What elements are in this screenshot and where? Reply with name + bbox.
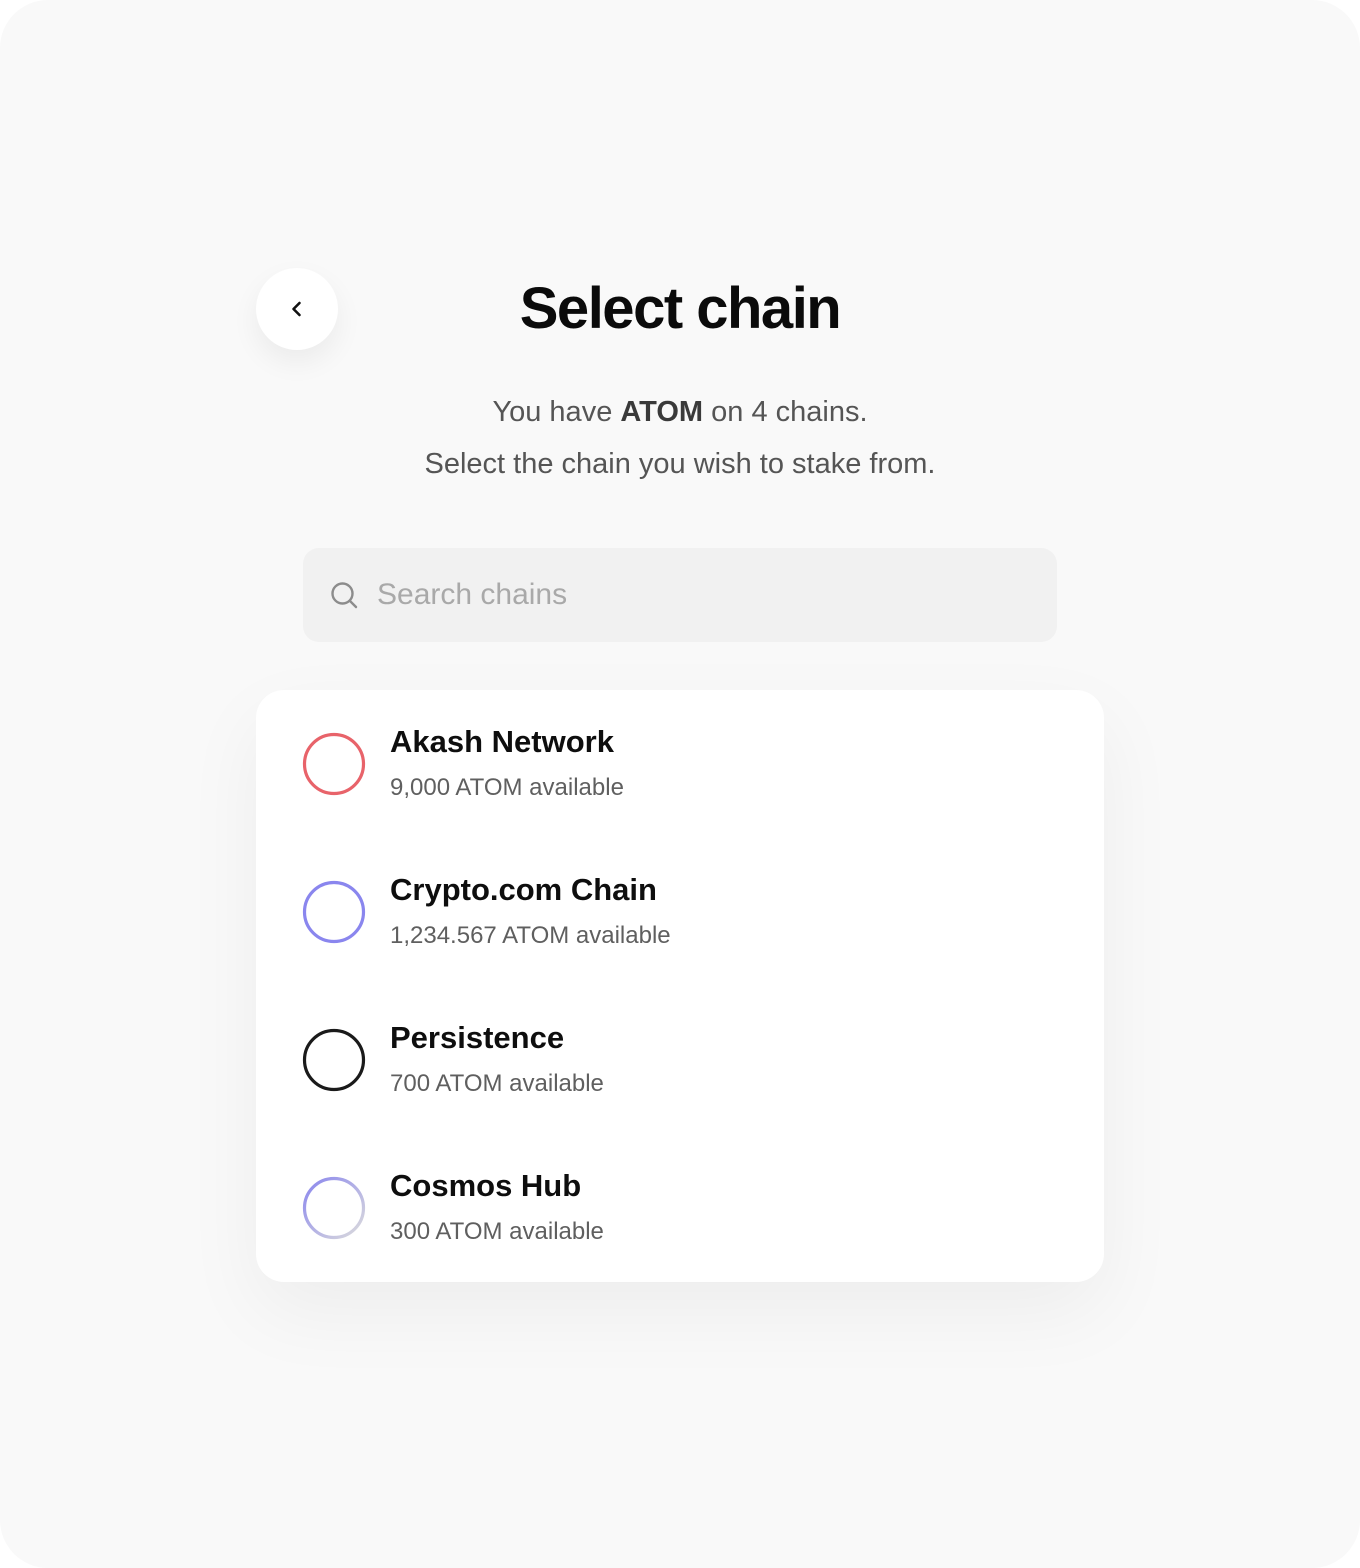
chain-name: Cosmos Hub: [390, 1168, 582, 1203]
search-icon: [329, 580, 359, 610]
chain-item-persistence[interactable]: Persistence 700 ATOM available: [256, 986, 1104, 1134]
chain-logo-ring: [302, 1028, 366, 1092]
subtitle-line-2: Select the chain you wish to stake from.: [424, 448, 936, 480]
chain-name: Persistence: [390, 1020, 565, 1055]
chain-name: Crypto.com Chain: [390, 872, 657, 907]
search-input[interactable]: [375, 577, 1019, 613]
page-subtitle: You have ATOM on 4 chains. Select the ch…: [0, 386, 1360, 490]
chain-item-akash-network[interactable]: Akash Network 9,000 ATOM available: [256, 690, 1104, 838]
chain-amount: 1,234.567 ATOM available: [390, 922, 671, 949]
chain-logo-ring: [302, 732, 366, 796]
chain-amount: 300 ATOM available: [390, 1218, 604, 1245]
chain-amount: 9,000 ATOM available: [390, 774, 624, 801]
subtitle-suffix: on 4 chains.: [711, 396, 868, 428]
chain-item-crypto-com-chain[interactable]: Crypto.com Chain 1,234.567 ATOM availabl…: [256, 838, 1104, 986]
modal-frame: Select chain You have ATOM on 4 chains. …: [0, 0, 1360, 1568]
chain-amount: 700 ATOM available: [390, 1070, 604, 1097]
chain-name: Akash Network: [390, 724, 614, 759]
page-title: Select chain: [519, 276, 842, 341]
search-bar[interactable]: [303, 548, 1057, 642]
chain-logo-ring: [302, 1176, 366, 1240]
subtitle-line-1: You have ATOM on 4 chains.: [0, 386, 1360, 438]
subtitle-prefix: You have: [492, 396, 613, 428]
chain-item-cosmos-hub[interactable]: Cosmos Hub 300 ATOM available: [256, 1134, 1104, 1282]
token-name: ATOM: [620, 396, 704, 428]
chain-logo-ring: [302, 880, 366, 944]
chain-list: Akash Network 9,000 ATOM available Crypt…: [256, 690, 1104, 1282]
